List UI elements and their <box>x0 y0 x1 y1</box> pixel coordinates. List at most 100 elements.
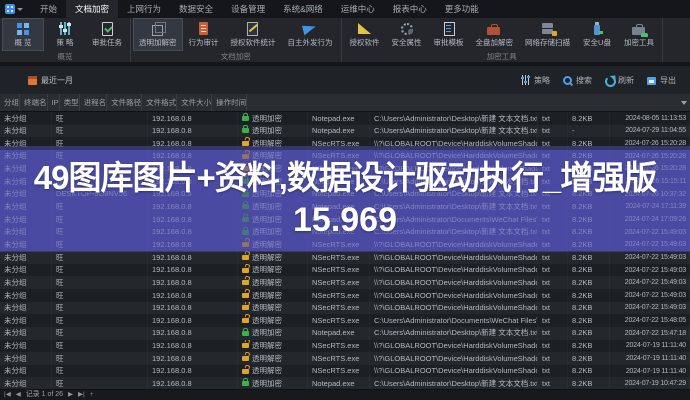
cell-ip: 192.168.0.8 <box>148 112 238 125</box>
cell-size: 8.2KB <box>568 352 610 365</box>
cell-type: 透明加密 <box>238 175 308 188</box>
cell-time: 2024-07-19 11:11:40 <box>610 340 690 353</box>
sort-desc-icon[interactable] <box>681 101 687 105</box>
filter-action-button[interactable]: 策略 <box>520 75 550 86</box>
lock-icon <box>242 166 249 171</box>
column-header[interactable]: 文件路径 <box>107 94 142 111</box>
column-header[interactable]: 类型 <box>60 94 80 111</box>
ribbon-button[interactable]: 安全属性 <box>386 18 428 51</box>
table-row[interactable]: 未分组 旺 192.168.0.8 透明解密 NSecRTS.exe \\?\G… <box>0 276 690 289</box>
table-row[interactable]: 未分组 旺 192.168.0.8 透明解密 NSecRTS.exe \\?\G… <box>0 264 690 277</box>
cell-type-label: 透明解密 <box>252 342 282 350</box>
nav-next-button[interactable]: ▶ <box>68 390 73 400</box>
lock-icon <box>242 280 249 285</box>
table-row[interactable]: 未分组 DESKTOP-9G8NV56 192.168.0.8 透明加密 Not… <box>0 188 690 201</box>
column-header[interactable]: 进程名 <box>80 94 108 111</box>
table-row[interactable]: 未分组 旺 192.168.0.8 透明加密 Notepad.exe C:\Us… <box>0 112 690 125</box>
app-menu-button[interactable] <box>5 3 23 16</box>
ribbon-button[interactable]: 策 略 <box>44 18 86 51</box>
ribbon-button[interactable]: 加密工具 <box>618 18 660 51</box>
ribbon-button[interactable]: 授权软件统计 <box>225 18 282 51</box>
column-header[interactable]: 文件大小 <box>177 94 212 111</box>
ribbon-group-label: 概览 <box>2 51 128 62</box>
table-row[interactable]: 未分组 旺 192.168.0.8 透明解密 NSecRTS.exe \\?\G… <box>0 340 690 353</box>
table-row[interactable]: 未分组 旺 192.168.0.8 透明解密 NSecRTS.exe \\?\G… <box>0 150 690 163</box>
menu-tab[interactable]: 上网行为 <box>118 0 170 18</box>
cell-type: 透明加密 <box>238 213 308 226</box>
nav-first-button[interactable]: |◀ <box>4 390 11 400</box>
filter-action-icon <box>604 75 615 86</box>
date-range-filter[interactable]: 最近一月 <box>28 75 73 86</box>
ribbon-button[interactable]: 审批任务 <box>86 18 128 51</box>
filter-action-button[interactable]: 搜索 <box>562 75 592 86</box>
cell-format: txt <box>538 200 568 213</box>
nav-last-button[interactable]: ▶| <box>78 390 85 400</box>
menu-tab[interactable]: 更多功能 <box>436 0 488 18</box>
column-header[interactable]: IP <box>48 94 60 111</box>
nav-prev-button[interactable]: ◀ <box>16 390 21 400</box>
menu-tab[interactable]: 设备管理 <box>222 0 274 18</box>
ribbon-button[interactable]: 审批模板 <box>428 18 470 51</box>
ribbon-button-label: 授权软件 <box>350 37 380 48</box>
table-row[interactable]: 未分组 旺 192.168.0.8 透明加密 Notepad.exe C:\Us… <box>0 213 690 226</box>
ribbon-button[interactable]: 透明加解密 <box>133 18 183 51</box>
cell-group: 未分组 <box>0 213 52 226</box>
table-row[interactable]: 未分组 旺 192.168.0.8 透明加密 Notepad.exe C:\Us… <box>0 175 690 188</box>
filter-action-button[interactable]: 刷新 <box>604 75 634 86</box>
table-row[interactable]: 未分组 旺 192.168.0.8 透明解密 NSecRTS.exe \\?\G… <box>0 238 690 251</box>
table-row[interactable]: 未分组 旺 192.168.0.8 透明解密 NSecRTS.exe \\?\G… <box>0 251 690 264</box>
filter-action-label: 导出 <box>660 75 676 86</box>
cell-type-label: 透明解密 <box>252 317 282 325</box>
table-row[interactable]: 未分组 旺 192.168.0.8 透明解密 NSecRTS.exe C:\Us… <box>0 314 690 327</box>
cell-size: 8.2KB <box>568 188 610 201</box>
table-row[interactable]: 未分组 旺 192.168.0.8 透明加密 Notepad.exe C:\Us… <box>0 125 690 138</box>
table-row[interactable]: 未分组 旺 192.168.0.8 透明解密 NSecRTS.exe \\?\G… <box>0 163 690 176</box>
cell-ip: 192.168.0.8 <box>148 352 238 365</box>
table-row[interactable]: 未分组 旺 192.168.0.8 透明解密 NSecRTS.exe \\?\G… <box>0 137 690 150</box>
cell-format: txt <box>538 150 568 163</box>
cell-terminal: 旺 <box>52 226 148 239</box>
menu-tab[interactable]: 开始 <box>31 0 66 18</box>
cell-type-label: 透明解密 <box>252 292 282 300</box>
column-header[interactable]: 操作时间 <box>212 94 247 111</box>
ribbon-button-icon <box>588 21 606 36</box>
cell-group: 未分组 <box>0 264 52 277</box>
column-header[interactable]: 终端名 <box>20 94 48 111</box>
cell-process: NSecRTS.exe <box>308 276 370 289</box>
table-row[interactable]: 未分组 旺 192.168.0.8 透明解密 NSecRTS.exe \\?\G… <box>0 365 690 378</box>
ribbon-button[interactable]: 概 览 <box>2 18 44 51</box>
cell-group: 未分组 <box>0 188 52 201</box>
ribbon-button[interactable]: 授权软件 <box>344 18 386 51</box>
cell-filepath: \\?\GLOBALROOT\Device\HarddiskVolumeShad… <box>370 289 538 302</box>
cell-group: 未分组 <box>0 112 52 125</box>
cell-filepath: C:\Users\Administrator\Desktop\新建 文本文档.t… <box>370 327 538 340</box>
table-row[interactable]: 未分组 旺 192.168.0.8 透明加密 Notepad.exe C:\Us… <box>0 327 690 340</box>
cell-terminal: 旺 <box>52 352 148 365</box>
menu-tab[interactable]: 系统&网络 <box>274 0 332 18</box>
column-header[interactable]: 分组 <box>0 94 20 111</box>
table-row[interactable]: 未分组 旺 192.168.0.8 透明加密 Notepad.exe C:\Us… <box>0 200 690 213</box>
menu-tab[interactable]: 数据安全 <box>170 0 222 18</box>
table-row[interactable]: 未分组 旺 192.168.0.8 透明解密 NSecRTS.exe \\?\G… <box>0 352 690 365</box>
cell-process: NSecRTS.exe <box>308 365 370 378</box>
lock-icon <box>242 318 249 323</box>
cell-format: txt <box>538 163 568 176</box>
nav-add-button[interactable]: + <box>90 390 94 400</box>
ribbon-button[interactable]: 全盘加解密 <box>470 18 520 51</box>
cell-size: 8.2KB <box>568 112 610 125</box>
cell-terminal: 旺 <box>52 200 148 213</box>
cell-type-label: 透明加密 <box>252 190 282 198</box>
filter-action-button[interactable]: 导出 <box>646 75 676 86</box>
ribbon-button[interactable]: 网络存储扫描 <box>519 18 576 51</box>
cell-type: 透明解密 <box>238 238 308 251</box>
ribbon-button[interactable]: 行为审计 <box>183 18 225 51</box>
table-row[interactable]: 未分组 旺 192.168.0.8 透明解密 NSecRTS.exe \\?\G… <box>0 302 690 315</box>
menu-tab[interactable]: 文档加密 <box>66 0 118 18</box>
menu-tab[interactable]: 运维中心 <box>332 0 384 18</box>
table-row[interactable]: 未分组 旺 192.168.0.8 透明解密 NSecRTS.exe \\?\G… <box>0 289 690 302</box>
table-row[interactable]: 未分组 旺 192.168.0.8 透明加密 Notepad.exe C:\Us… <box>0 226 690 239</box>
ribbon-button[interactable]: 安全U盘 <box>576 18 618 51</box>
ribbon-button[interactable]: 自主外发行为 <box>282 18 339 51</box>
column-header[interactable]: 文件格式 <box>142 94 177 111</box>
menu-tab[interactable]: 报表中心 <box>384 0 436 18</box>
